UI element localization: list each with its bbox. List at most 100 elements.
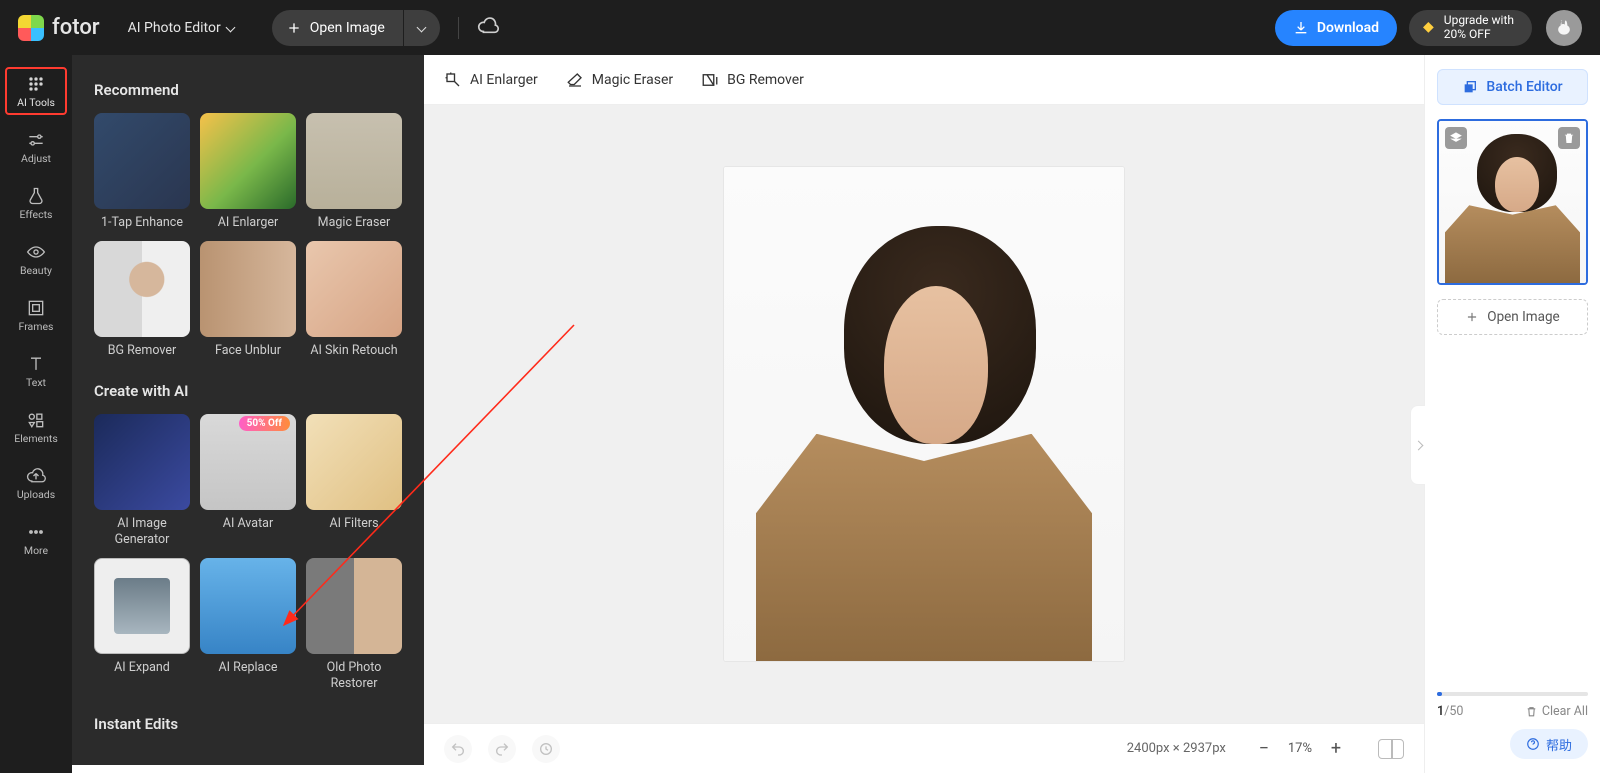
help-button[interactable]: 帮助: [1510, 729, 1588, 759]
cloud-sync-button[interactable]: [477, 15, 499, 41]
open-image-label: Open Image: [310, 20, 385, 36]
rail-item-effects[interactable]: Effects: [5, 179, 67, 227]
brand-name: fotor: [52, 15, 100, 40]
batch-editor-button[interactable]: Batch Editor: [1437, 69, 1588, 105]
redo-button[interactable]: [488, 735, 516, 763]
undo-button[interactable]: [444, 735, 472, 763]
open-image-options-button[interactable]: [404, 10, 440, 46]
tool-label: Magic Eraser: [318, 215, 391, 231]
editor-mode-dropdown[interactable]: AI Photo Editor: [128, 20, 234, 36]
tool-ai-enlarger[interactable]: AI Enlarger: [200, 113, 296, 231]
tool-thumb: [200, 558, 296, 654]
cloud-icon: [477, 15, 499, 37]
open-image-button[interactable]: Open Image: [272, 10, 403, 46]
grid-icon: [26, 74, 46, 94]
action-ai-enlarger[interactable]: AI Enlarger: [444, 71, 538, 89]
tool-label: AI Enlarger: [218, 215, 279, 231]
bg-remove-icon: [701, 71, 719, 89]
shapes-icon: [26, 410, 46, 430]
rail-label: Adjust: [21, 152, 51, 165]
rail-item-uploads[interactable]: Uploads: [5, 459, 67, 507]
zoom-controls: − 17% +: [1252, 737, 1348, 761]
image-thumbnail[interactable]: [1437, 119, 1588, 285]
plus-icon: [286, 20, 302, 36]
tool-thumb: [94, 414, 190, 510]
rail-item-adjust[interactable]: Adjust: [5, 123, 67, 171]
tool-magic-eraser[interactable]: Magic Eraser: [306, 113, 402, 231]
history-icon: [538, 741, 554, 757]
upload-cloud-icon: [26, 466, 46, 486]
ai-tools-panel: Recommend 1-Tap Enhance AI Enlarger Magi…: [72, 55, 424, 765]
account-avatar[interactable]: [1546, 10, 1582, 46]
rail-item-beauty[interactable]: Beauty: [5, 235, 67, 283]
right-panel: Batch Editor Open Image 1/50 Clear All: [1424, 55, 1600, 773]
image-dimensions: 2400px × 2937px: [1127, 741, 1226, 756]
brand-logo[interactable]: fotor: [18, 15, 100, 41]
tool-ai-expand[interactable]: AI Expand: [94, 558, 190, 693]
app-header: fotor AI Photo Editor Open Image Downloa…: [0, 0, 1600, 55]
tool-thumb: [306, 558, 402, 654]
chevron-down-icon: [417, 23, 427, 33]
canvas-column: AI Enlarger Magic Eraser BG Remover: [424, 55, 1424, 773]
tool-1tap-enhance[interactable]: 1-Tap Enhance: [94, 113, 190, 231]
help-label: 帮助: [1546, 735, 1572, 754]
diamond-icon: ◆: [1423, 19, 1434, 35]
rail-item-frames[interactable]: Frames: [5, 291, 67, 339]
rail-item-elements[interactable]: Elements: [5, 403, 67, 451]
tool-ai-replace[interactable]: AI Replace: [200, 558, 296, 693]
trash-icon: [1525, 705, 1538, 718]
compare-button[interactable]: [1378, 739, 1404, 759]
upgrade-button[interactable]: ◆ Upgrade with 20% OFF: [1409, 10, 1532, 46]
rabbit-icon: [1554, 18, 1574, 38]
rail-item-more[interactable]: More: [5, 515, 67, 563]
zoom-in-button[interactable]: +: [1324, 737, 1348, 761]
right-panel-expand-button[interactable]: [1410, 405, 1425, 485]
thumbnail-layers-button[interactable]: [1445, 127, 1467, 149]
thumbnail-delete-button[interactable]: [1558, 127, 1580, 149]
flask-icon: [26, 186, 46, 206]
sliders-icon: [26, 130, 46, 150]
tool-label: Face Unblur: [215, 343, 281, 359]
left-nav-rail: AI Tools Adjust Effects Beauty Frames Te…: [0, 55, 72, 773]
tool-ai-image-generator[interactable]: AI Image Generator: [94, 414, 190, 549]
open-image-split-button: Open Image: [272, 10, 440, 46]
upgrade-line2: 20% OFF: [1444, 27, 1491, 41]
tool-thumb: [94, 113, 190, 209]
tool-old-photo-restorer[interactable]: Old Photo Restorer: [306, 558, 402, 693]
tool-ai-avatar[interactable]: 50% OffAI Avatar: [200, 414, 296, 549]
layers-icon: [1449, 131, 1463, 145]
canvas-image[interactable]: [724, 167, 1124, 661]
redo-icon: [494, 741, 510, 757]
open-image-secondary-button[interactable]: Open Image: [1437, 299, 1588, 335]
tool-ai-filters[interactable]: AI Filters: [306, 414, 402, 549]
history-button[interactable]: [532, 735, 560, 763]
download-button[interactable]: Download: [1275, 10, 1397, 46]
more-icon: [26, 522, 46, 542]
chevron-right-icon: [1413, 440, 1423, 450]
action-bg-remover[interactable]: BG Remover: [701, 71, 804, 89]
upgrade-line1: Upgrade with: [1444, 13, 1514, 27]
tool-face-unblur[interactable]: Face Unblur: [200, 241, 296, 359]
zoom-value: 17%: [1288, 741, 1312, 756]
divider: [458, 17, 459, 39]
canvas-stage[interactable]: [424, 105, 1424, 723]
action-magic-eraser[interactable]: Magic Eraser: [566, 71, 673, 89]
section-title-recommend: Recommend: [94, 81, 410, 99]
tool-ai-skin-retouch[interactable]: AI Skin Retouch: [306, 241, 402, 359]
tool-thumb: [94, 241, 190, 337]
images-count: 1/50: [1437, 704, 1463, 719]
images-count-slider[interactable]: [1437, 692, 1588, 696]
stack-icon: [1462, 79, 1478, 95]
tool-label: AI Avatar: [223, 516, 273, 532]
zoom-out-button[interactable]: −: [1252, 737, 1276, 761]
tool-label: AI Replace: [218, 660, 277, 676]
download-icon: [1293, 20, 1309, 36]
tool-bg-remover[interactable]: BG Remover: [94, 241, 190, 359]
trash-icon: [1562, 131, 1576, 145]
tool-thumb: [200, 241, 296, 337]
clear-all-button[interactable]: Clear All: [1525, 704, 1588, 719]
help-icon: [1526, 737, 1540, 751]
tool-label: AI Filters: [329, 516, 378, 532]
rail-item-text[interactable]: Text: [5, 347, 67, 395]
rail-item-ai-tools[interactable]: AI Tools: [5, 67, 67, 115]
